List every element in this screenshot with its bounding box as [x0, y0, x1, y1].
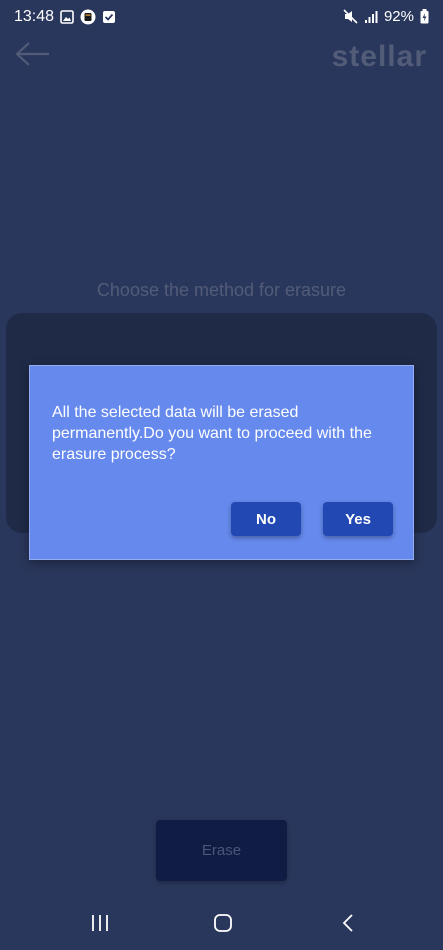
status-time: 13:48 — [14, 8, 55, 25]
status-system-icons: 92% — [343, 8, 429, 25]
stellar-logo: stellar — [331, 40, 427, 73]
battery-icon — [420, 9, 429, 24]
app-screen: 13:48 92% stellar Choose the method for … — [0, 0, 443, 950]
confirm-erase-dialog: All the selected data will be erased per… — [29, 365, 414, 560]
status-notification-icons — [60, 9, 116, 25]
check-box-icon — [103, 11, 115, 23]
navigation-bar — [0, 895, 443, 950]
home-icon[interactable] — [208, 911, 238, 935]
signal-icon — [364, 10, 378, 23]
erase-button[interactable]: Erase — [156, 820, 287, 881]
erasure-method-heading: Choose the method for erasure — [96, 280, 347, 300]
yes-button[interactable]: Yes — [323, 502, 393, 536]
battery-percentage: 92% — [383, 8, 414, 25]
app-notification-icon — [80, 9, 96, 25]
back-icon[interactable] — [333, 911, 363, 935]
gallery-icon — [60, 10, 74, 24]
recents-icon[interactable] — [85, 911, 115, 935]
back-arrow-icon[interactable] — [15, 40, 51, 68]
dialog-message: All the selected data will be erased per… — [52, 404, 372, 463]
status-bar: 13:48 92% — [0, 0, 443, 34]
mute-icon — [343, 9, 358, 24]
no-button[interactable]: No — [231, 502, 301, 536]
